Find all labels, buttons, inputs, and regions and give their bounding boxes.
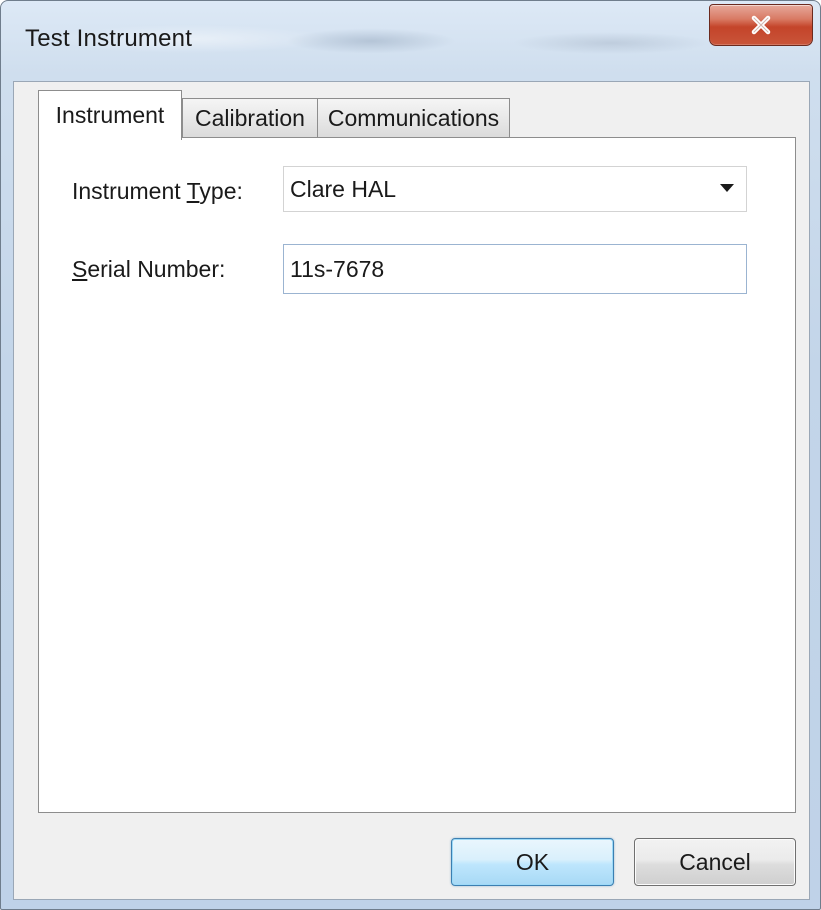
- tab-communications[interactable]: Communications: [317, 98, 510, 138]
- tab-calibration[interactable]: Calibration: [182, 98, 318, 138]
- instrument-type-label-post: ype:: [199, 178, 243, 204]
- chevron-down-icon[interactable]: [720, 184, 734, 192]
- instrument-type-value: Clare HAL: [290, 176, 397, 202]
- serial-number-input[interactable]: [283, 244, 747, 294]
- window-title: Test Instrument: [25, 25, 193, 52]
- close-button[interactable]: [709, 4, 813, 46]
- instrument-type-label-accel: T: [186, 178, 200, 204]
- ok-button-label: OK: [515, 848, 550, 875]
- tab-communications-label: Communications: [327, 105, 500, 131]
- tab-calibration-label: Calibration: [195, 105, 305, 131]
- close-icon: [751, 15, 771, 35]
- title-bar[interactable]: Test Instrument: [1, 1, 820, 81]
- dialog-window: Test Instrument Instrument Calibration C…: [0, 0, 821, 910]
- ok-button[interactable]: OK: [451, 838, 614, 886]
- serial-number-label-post: erial Number:: [87, 256, 226, 282]
- instrument-type-label-pre: Instrument: [72, 178, 187, 204]
- tab-instrument-label: Instrument: [55, 102, 165, 128]
- cancel-button[interactable]: Cancel: [634, 838, 796, 886]
- cancel-button-label: Cancel: [679, 848, 751, 875]
- instrument-type-dropdown[interactable]: Clare HAL: [283, 166, 747, 212]
- dialog-client-area: Instrument Calibration Communications In…: [13, 81, 810, 900]
- instrument-tab-panel: Instrument Type: Clare HAL Serial Number…: [38, 137, 796, 813]
- serial-number-label-accel: S: [72, 256, 88, 282]
- instrument-type-label: Instrument Type:: [72, 178, 243, 205]
- serial-number-label: Serial Number:: [72, 256, 225, 283]
- tab-instrument[interactable]: Instrument: [38, 90, 182, 140]
